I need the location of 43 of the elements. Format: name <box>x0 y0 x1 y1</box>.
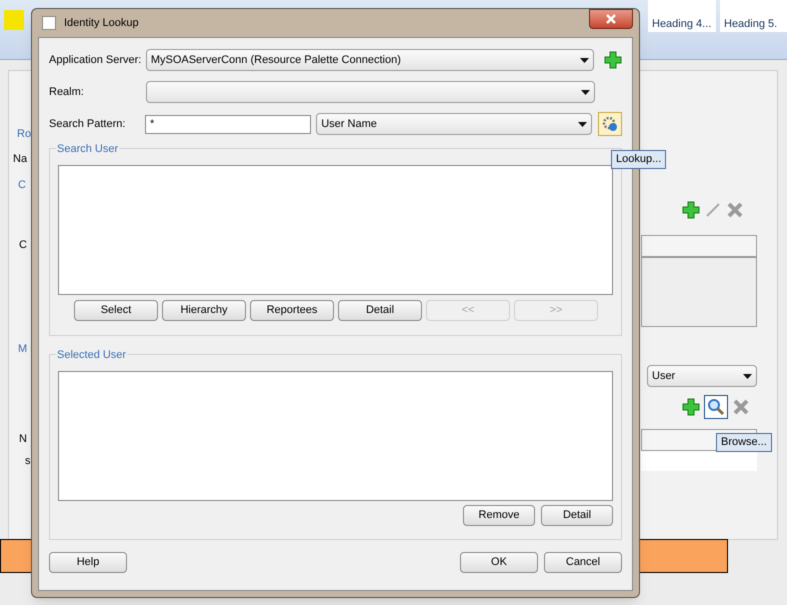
column-header: N <box>19 432 27 447</box>
field-label: Realm: <box>49 84 85 100</box>
dialog-button[interactable]: Cancel <box>544 552 622 573</box>
column-header: C <box>19 238 27 253</box>
field-label: Search Pattern: <box>49 116 126 132</box>
pencil-icon[interactable] <box>704 201 722 219</box>
realm-dropdown[interactable] <box>146 81 595 103</box>
server-dropdown[interactable]: MySOAServerConn (Resource Palette Connection) <box>146 49 594 71</box>
dialog-button[interactable]: Reportees <box>250 300 334 321</box>
input-field[interactable]: * <box>144 114 312 134</box>
dialog-button[interactable]: Select <box>74 300 158 321</box>
close-button[interactable] <box>589 9 633 29</box>
caret-icon <box>578 122 588 126</box>
caret-icon <box>581 90 590 94</box>
table-cell-text: s <box>25 454 30 469</box>
field-label: Na <box>13 152 28 167</box>
lookup-icon[interactable] <box>598 112 622 136</box>
type-dropdown[interactable]: User Name <box>316 113 592 135</box>
dialog-button[interactable]: Help <box>49 552 127 573</box>
dialog-button[interactable]: Hierarchy <box>162 300 246 321</box>
delete-icon[interactable] <box>732 398 750 416</box>
tooltip: Lookup... <box>611 150 666 168</box>
caret-icon <box>743 374 752 378</box>
type-dropdown[interactable]: User <box>647 365 757 387</box>
close-icon <box>605 14 617 24</box>
dialog-button[interactable]: OK <box>460 552 538 573</box>
plus-icon[interactable] <box>682 398 700 416</box>
delete-icon[interactable] <box>726 201 744 219</box>
group-title: M <box>18 342 28 357</box>
style-preview[interactable]: Heading 4... <box>648 0 716 32</box>
plus-icon[interactable] <box>682 201 700 219</box>
window-title: Identity Lookup <box>64 16 139 31</box>
search-icon[interactable] <box>704 395 728 419</box>
dialog-button[interactable]: Detail <box>338 300 422 321</box>
section-title: Ro <box>17 127 32 142</box>
group-title: C <box>18 178 26 193</box>
dialog-button[interactable]: Remove <box>463 505 535 526</box>
caret-icon <box>580 58 589 62</box>
field-label: Application Server: <box>49 52 142 68</box>
tooltip: Browse... <box>716 433 772 452</box>
dialog-button[interactable]: Detail <box>541 505 613 526</box>
style-preview[interactable]: Heading 5. <box>720 0 787 32</box>
plus-icon[interactable] <box>604 51 622 69</box>
